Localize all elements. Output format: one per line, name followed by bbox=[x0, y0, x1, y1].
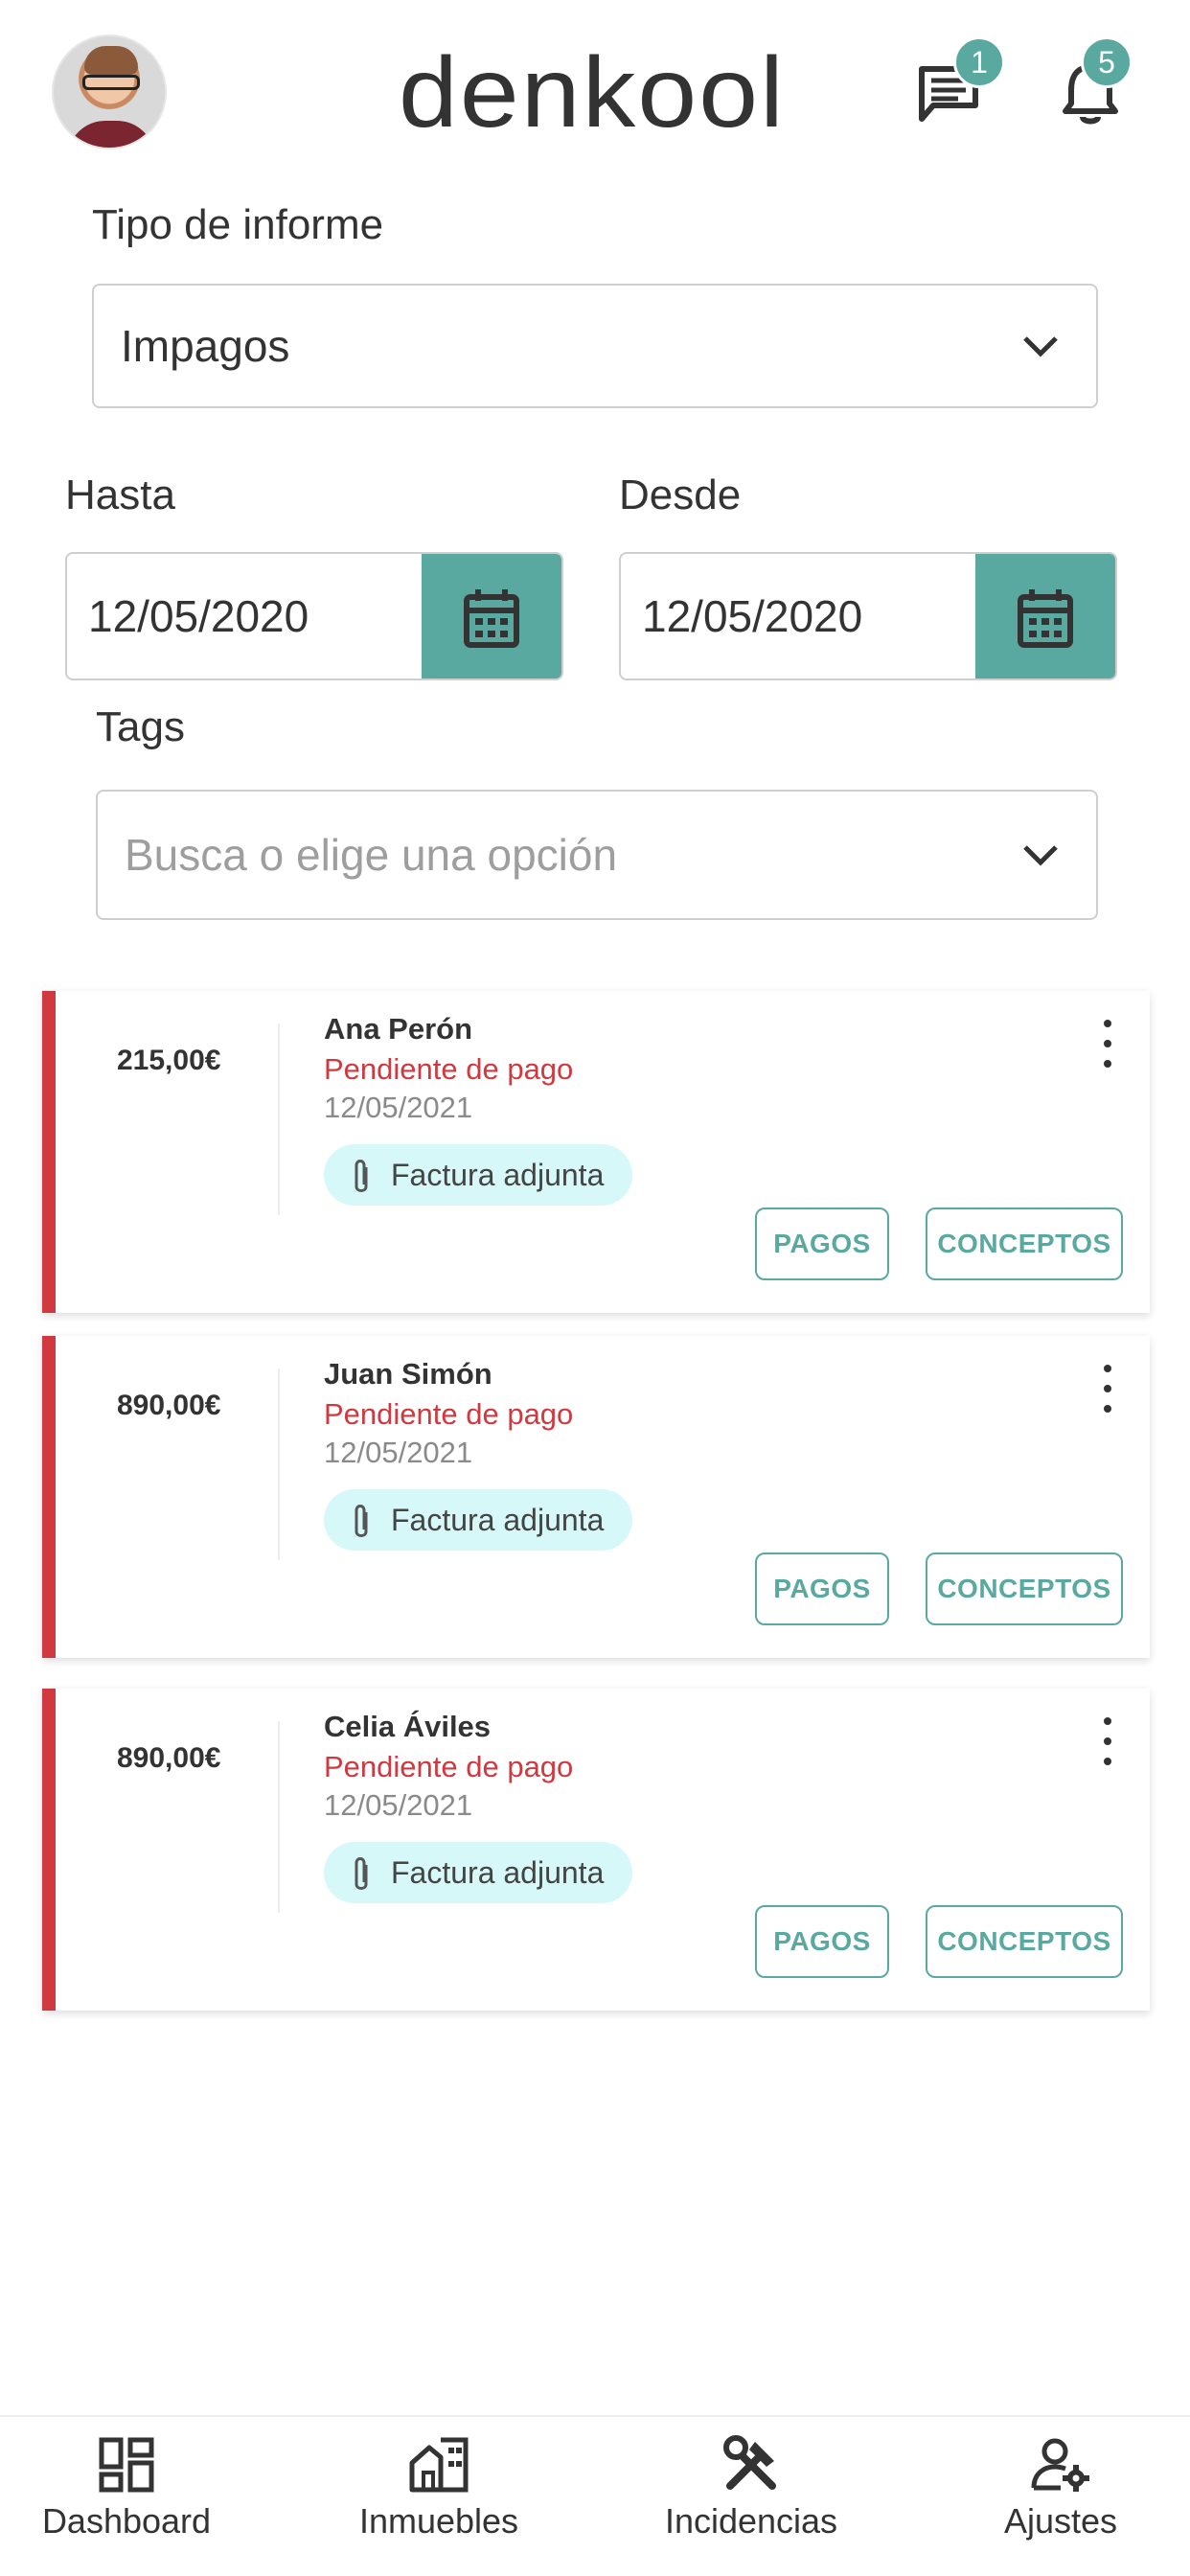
card-name: Ana Perón bbox=[324, 1012, 473, 1046]
avatar-shirt bbox=[67, 121, 155, 148]
card-date: 12/05/2021 bbox=[324, 1091, 473, 1124]
attachment-chip[interactable]: Factura adjunta bbox=[324, 1842, 633, 1903]
report-type-select[interactable]: Impagos bbox=[92, 284, 1098, 408]
card-amount: 890,00€ bbox=[117, 1390, 221, 1421]
report-type-label: Tipo de informe bbox=[92, 201, 384, 248]
chip-label: Factura adjunta bbox=[391, 1502, 605, 1537]
card-amount: 890,00€ bbox=[117, 1742, 221, 1774]
user-settings-icon bbox=[1031, 2438, 1089, 2492]
conceptos-button[interactable]: CONCEPTOS bbox=[926, 1905, 1123, 1978]
pagos-button[interactable]: PAGOS bbox=[755, 1905, 889, 1978]
card-name: Juan Simón bbox=[324, 1357, 492, 1391]
card-date: 12/05/2021 bbox=[324, 1436, 473, 1469]
from-calendar-button[interactable] bbox=[975, 554, 1115, 678]
tags-select[interactable]: Busca o elige una opción bbox=[96, 790, 1098, 920]
app-header: denkool 1 5 bbox=[0, 0, 1190, 163]
until-calendar-button[interactable] bbox=[422, 554, 561, 678]
nav-label: Incidencias bbox=[664, 2501, 838, 2541]
pagos-button[interactable]: PAGOS bbox=[755, 1208, 889, 1280]
from-date-field[interactable]: 12/05/2020 bbox=[619, 552, 1117, 680]
card-amount: 215,00€ bbox=[117, 1045, 221, 1076]
logo-text: denkool bbox=[399, 38, 786, 144]
until-date-field[interactable]: 12/05/2020 bbox=[65, 552, 563, 680]
chevron-down-icon bbox=[1023, 336, 1058, 357]
building-icon bbox=[409, 2437, 469, 2493]
avatar-glasses bbox=[82, 75, 140, 90]
tags-placeholder: Busca o elige una opción bbox=[125, 830, 618, 880]
avatar-hair bbox=[84, 46, 138, 75]
tags-label: Tags bbox=[96, 703, 185, 750]
bottom-navigation: Dashboard Inmuebles Incidencias Ajustes bbox=[0, 2415, 1190, 2576]
debt-card: 890,00€ Juan Simón Pendiente de pago 12/… bbox=[42, 1336, 1150, 1658]
more-options-icon[interactable] bbox=[1098, 1365, 1117, 1413]
tools-icon bbox=[723, 2435, 776, 2490]
card-name: Celia Áviles bbox=[324, 1710, 492, 1743]
until-label: Hasta bbox=[65, 472, 175, 518]
more-options-icon[interactable] bbox=[1098, 1717, 1117, 1765]
calendar-icon bbox=[1018, 589, 1073, 648]
nav-item-ajustes[interactable]: Ajustes bbox=[989, 2434, 1133, 2542]
card-date: 12/05/2021 bbox=[324, 1788, 473, 1822]
card-divider bbox=[278, 1721, 280, 1913]
chip-label: Factura adjunta bbox=[391, 1854, 605, 1890]
debt-card: 890,00€ Celia Áviles Pendiente de pago 1… bbox=[42, 1689, 1150, 2011]
chip-label: Factura adjunta bbox=[391, 1157, 605, 1192]
nav-label: Dashboard bbox=[41, 2501, 212, 2541]
user-avatar[interactable] bbox=[52, 34, 167, 150]
calendar-icon bbox=[464, 589, 519, 648]
nav-label: Ajustes bbox=[1003, 2501, 1118, 2541]
denkool-logo: denkool bbox=[399, 38, 786, 144]
card-divider bbox=[278, 1368, 280, 1560]
chevron-down-icon bbox=[1023, 845, 1058, 866]
more-options-icon[interactable] bbox=[1098, 1020, 1117, 1068]
paperclip-icon bbox=[355, 1160, 368, 1192]
nav-item-dashboard[interactable]: Dashboard bbox=[41, 2434, 212, 2542]
notifications-badge: 5 bbox=[1081, 36, 1133, 88]
pagos-button[interactable]: PAGOS bbox=[755, 1552, 889, 1625]
paperclip-icon bbox=[355, 1505, 368, 1537]
from-label: Desde bbox=[619, 472, 742, 518]
messages-badge: 1 bbox=[953, 36, 1005, 88]
card-status: Pendiente de pago bbox=[324, 1397, 574, 1431]
nav-label: Inmuebles bbox=[358, 2501, 519, 2541]
conceptos-button[interactable]: CONCEPTOS bbox=[926, 1552, 1123, 1625]
dashboard-icon bbox=[99, 2437, 154, 2493]
conceptos-button[interactable]: CONCEPTOS bbox=[926, 1208, 1123, 1280]
card-status: Pendiente de pago bbox=[324, 1052, 574, 1086]
card-status: Pendiente de pago bbox=[324, 1750, 574, 1783]
debt-card: 215,00€ Ana Perón Pendiente de pago 12/0… bbox=[42, 991, 1150, 1313]
paperclip-icon bbox=[355, 1857, 368, 1890]
nav-item-inmuebles[interactable]: Inmuebles bbox=[356, 2434, 521, 2542]
nav-item-incidencias[interactable]: Incidencias bbox=[655, 2434, 847, 2542]
report-type-value: Impagos bbox=[121, 321, 290, 371]
from-date-value: 12/05/2020 bbox=[642, 591, 863, 641]
attachment-chip[interactable]: Factura adjunta bbox=[324, 1144, 633, 1206]
card-divider bbox=[278, 1024, 280, 1215]
until-date-value: 12/05/2020 bbox=[88, 591, 309, 641]
attachment-chip[interactable]: Factura adjunta bbox=[324, 1489, 633, 1551]
